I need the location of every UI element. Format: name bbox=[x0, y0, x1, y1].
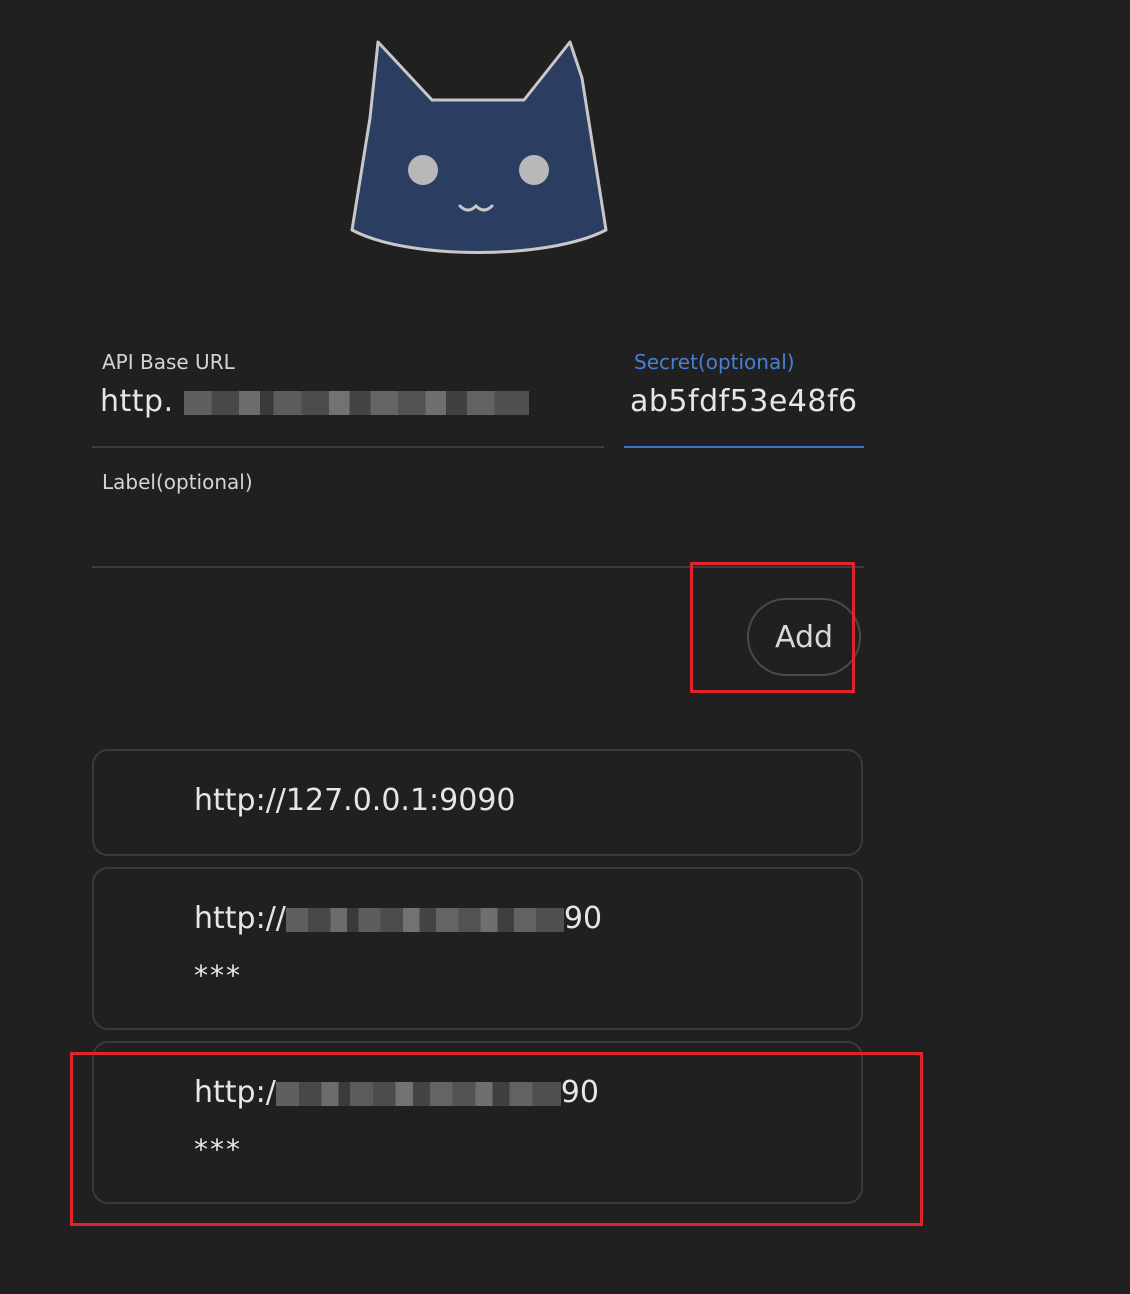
secret-value[interactable]: ab5fdf53e48f6 bbox=[630, 384, 858, 419]
backend-url-prefix: http:/ bbox=[194, 1075, 276, 1110]
cat-logo-icon bbox=[350, 40, 608, 254]
backend-url-prefix: http:// bbox=[194, 901, 286, 936]
backend-url-suffix: 90 bbox=[560, 1075, 599, 1110]
backend-secret: *** bbox=[194, 959, 242, 992]
backend-url: http:/ 90 bbox=[194, 1075, 599, 1110]
redacted-url-block bbox=[285, 907, 564, 932]
label-field[interactable]: Label(optional) bbox=[92, 468, 864, 568]
redacted-url-block bbox=[183, 390, 529, 415]
add-button[interactable]: Add bbox=[747, 598, 861, 676]
api-base-url-value[interactable]: http. bbox=[100, 384, 529, 419]
backend-url: http://127.0.0.1:9090 bbox=[194, 783, 516, 818]
secret-label: Secret(optional) bbox=[634, 350, 795, 374]
backend-card[interactable]: http://127.0.0.1:9090 bbox=[92, 749, 863, 856]
backend-card[interactable]: http:/ 90 *** bbox=[92, 1041, 863, 1204]
api-base-url-field[interactable]: API Base URL http. bbox=[92, 348, 604, 448]
backend-secret: *** bbox=[194, 1133, 242, 1166]
secret-field[interactable]: Secret(optional) ab5fdf53e48f6 bbox=[624, 348, 864, 448]
api-base-url-label: API Base URL bbox=[102, 350, 235, 374]
backend-card[interactable]: http:// 90 *** bbox=[92, 867, 863, 1030]
redacted-url-block bbox=[275, 1081, 561, 1106]
api-base-url-visible-tail: . bbox=[163, 384, 174, 419]
label-field-label: Label(optional) bbox=[102, 470, 253, 494]
api-base-url-visible-text: http bbox=[100, 384, 164, 419]
backend-url-suffix: 90 bbox=[563, 901, 603, 936]
backend-url: http:// 90 bbox=[194, 901, 602, 936]
